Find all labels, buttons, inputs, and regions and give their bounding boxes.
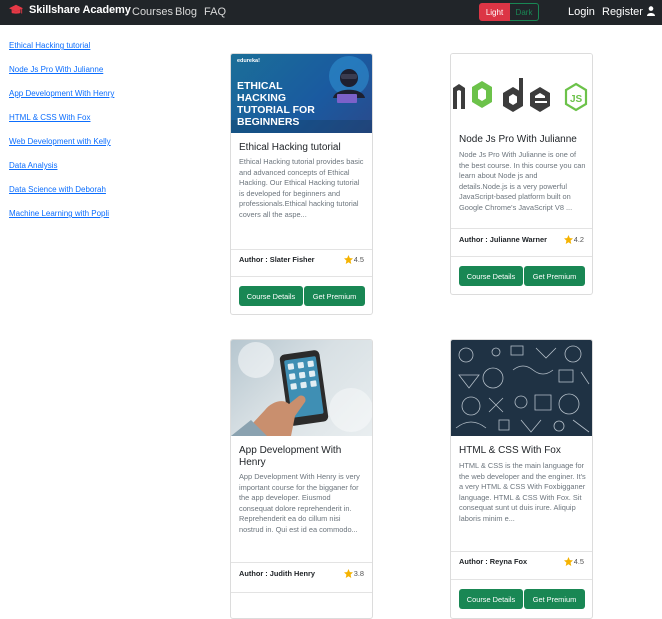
course-rating: 4.2 (563, 235, 584, 244)
course-title: Ethical Hacking tutorial (239, 142, 341, 153)
light-theme-button[interactable]: Light (479, 3, 510, 21)
brand-name: Skillshare Academy (29, 4, 131, 16)
course-rating: 4.5 (343, 255, 364, 264)
course-image: JS (451, 54, 592, 133)
course-author: Author : Julianne Warner (459, 235, 548, 244)
course-rating: 3.8 (343, 569, 364, 578)
rating-value: 3.8 (353, 569, 364, 578)
sidebar-item-ethical-hacking[interactable]: Ethical Hacking tutorial (9, 41, 90, 50)
rating-value: 4.2 (573, 235, 584, 244)
course-description: Ethical Hacking tutorial provides basic … (239, 157, 364, 219)
image-brand: edureka! (237, 58, 260, 64)
course-rating: 4.5 (563, 557, 584, 566)
rating-value: 4.5 (353, 255, 364, 264)
nav-faq[interactable]: FAQ (204, 6, 226, 18)
star-icon (343, 255, 353, 264)
divider (231, 249, 372, 250)
course-image (231, 340, 372, 436)
course-description: Node Js Pro With Julianne is one of the … (459, 150, 586, 212)
sidebar-item-data-analysis[interactable]: Data Analysis (9, 161, 57, 170)
course-description: App Development With Henry is very impor… (239, 472, 360, 534)
divider (451, 228, 592, 229)
course-card-app-development: App Development With Henry App Developme… (230, 339, 373, 619)
divider (231, 592, 372, 593)
register-link[interactable]: Register (602, 6, 643, 18)
phone-in-hand-illustration (231, 342, 372, 436)
course-image: edureka! ETHICAL HACKING TUTORIAL FOR BE… (231, 54, 372, 133)
course-title: App Development With Henry (239, 445, 342, 468)
graduation-cap-icon (9, 4, 23, 14)
course-image (451, 340, 592, 436)
dark-theme-button[interactable]: Dark (510, 3, 539, 21)
course-card-ethical-hacking: edureka! ETHICAL HACKING TUTORIAL FOR BE… (230, 53, 373, 315)
course-description: HTML & CSS is the main language for the … (459, 461, 586, 523)
course-author: Author : Judith Henry (239, 569, 315, 578)
star-icon (563, 235, 573, 244)
doodle-illustration (455, 345, 590, 433)
divider (451, 579, 592, 580)
course-card-node-js: JS Node Js Pro With Julianne Node Js Pro… (450, 53, 593, 295)
user-icon[interactable] (647, 6, 655, 16)
nav-blog[interactable]: Blog (175, 6, 197, 18)
image-title: ETHICAL HACKING TUTORIAL FOR BEGINNERS (237, 80, 315, 128)
course-title: HTML & CSS With Fox (459, 445, 561, 456)
divider (231, 276, 372, 277)
divider (231, 562, 372, 563)
star-icon (563, 557, 573, 566)
course-details-button[interactable]: Course Details (239, 286, 303, 306)
course-details-button[interactable]: Course Details (459, 589, 523, 609)
sidebar-item-app-development[interactable]: App Development With Henry (9, 89, 114, 98)
course-details-button[interactable]: Course Details (459, 266, 523, 286)
brand-link[interactable]: Skillshare Academy (9, 3, 131, 17)
theme-toggle: Light Dark (479, 3, 539, 21)
divider (451, 551, 592, 552)
sidebar-item-html-css[interactable]: HTML & CSS With Fox (9, 113, 91, 122)
course-title: Node Js Pro With Julianne (459, 134, 577, 145)
course-author: Author : Reyna Fox (459, 557, 528, 566)
course-author: Author : Slater Fisher (239, 255, 315, 264)
rating-value: 4.5 (573, 557, 584, 566)
nav-courses[interactable]: Courses (132, 6, 173, 18)
svg-text:JS: JS (570, 94, 583, 105)
sidebar-item-node-js[interactable]: Node Js Pro With Julianne (9, 65, 103, 74)
star-icon (343, 569, 353, 578)
nodejs-logo: JS (453, 78, 588, 112)
divider (451, 256, 592, 257)
sidebar-item-machine-learning[interactable]: Machine Learning with Popli (9, 209, 109, 218)
login-link[interactable]: Login (568, 6, 595, 18)
get-premium-button[interactable]: Get Premium (524, 266, 585, 286)
get-premium-button[interactable]: Get Premium (524, 589, 585, 609)
course-card-html-css: HTML & CSS With Fox HTML & CSS is the ma… (450, 339, 593, 619)
get-premium-button[interactable]: Get Premium (304, 286, 365, 306)
top-navbar: Skillshare Academy Courses Blog FAQ Ligh… (0, 0, 662, 25)
sidebar-item-data-science[interactable]: Data Science with Deborah (9, 185, 106, 194)
sidebar-item-web-development[interactable]: Web Development with Kelly (9, 137, 111, 146)
